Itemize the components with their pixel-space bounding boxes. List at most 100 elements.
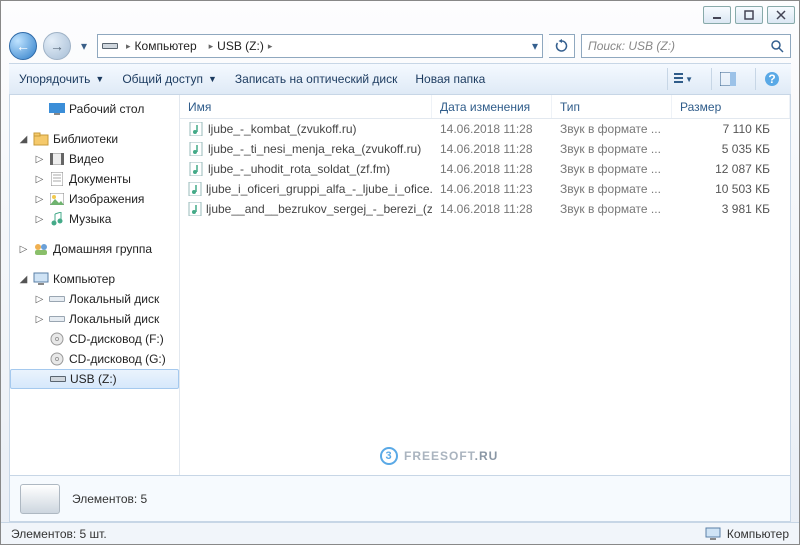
- file-date: 14.06.2018 11:28: [432, 162, 552, 176]
- file-name: ljube_-_kombat_(zvukoff.ru): [208, 122, 357, 136]
- titlebar: [1, 1, 799, 29]
- chevron-right-icon: ▸: [126, 41, 131, 52]
- file-date: 14.06.2018 11:28: [432, 202, 552, 216]
- file-row[interactable]: ljube_-_uhodit_rota_soldat_(zf.fm) 14.06.…: [180, 159, 790, 179]
- new-folder-button[interactable]: Новая папка: [415, 72, 485, 86]
- close-button[interactable]: [767, 6, 795, 24]
- file-size: 3 981 КБ: [672, 202, 790, 216]
- file-type: Звук в формате ...: [552, 202, 672, 216]
- column-header-name[interactable]: Имя: [180, 95, 432, 118]
- address-dropdown-icon[interactable]: ▾: [532, 39, 538, 53]
- file-list[interactable]: ljube_-_kombat_(zvukoff.ru) 14.06.2018 11…: [180, 119, 790, 475]
- audio-file-icon: [188, 181, 202, 197]
- history-dropdown[interactable]: ▾: [77, 36, 91, 56]
- tree-item-computer[interactable]: ◢Компьютер: [10, 269, 179, 289]
- navbar: ← → ▾ ▸ Компьютер ▸ USB (Z:) ▸ ▾ Поиск: …: [1, 29, 799, 63]
- tree-item-desktop[interactable]: Рабочий стол: [10, 99, 179, 119]
- toolbar: Упорядочить▼ Общий доступ▼ Записать на о…: [9, 63, 791, 95]
- file-row[interactable]: ljube_i_oficeri_gruppi_alfa_-_ljube_i_of…: [180, 179, 790, 199]
- pictures-icon: [49, 191, 65, 207]
- refresh-button[interactable]: [549, 34, 575, 58]
- column-header-type[interactable]: Тип: [552, 95, 672, 118]
- search-icon: [770, 39, 784, 53]
- file-row[interactable]: ljube_-_kombat_(zvukoff.ru)14.06.2018 11…: [180, 119, 790, 139]
- expand-icon[interactable]: ▷: [34, 294, 45, 305]
- file-type: Звук в формате ...: [552, 182, 672, 196]
- tree-item-usb-z[interactable]: USB (Z:): [10, 369, 179, 389]
- breadcrumb-label: Компьютер: [135, 39, 197, 53]
- file-name: ljube_-_ti_nesi_menja_reka_(zvukoff.ru): [208, 142, 421, 156]
- details-pane: Элементов: 5: [9, 476, 791, 522]
- chevron-right-icon: ▸: [268, 41, 273, 52]
- column-header-size[interactable]: Размер: [672, 95, 790, 118]
- view-options-button[interactable]: ▼: [667, 68, 693, 90]
- status-left: Элементов: 5 шт.: [11, 527, 107, 541]
- address-bar[interactable]: ▸ Компьютер ▸ USB (Z:) ▸ ▾: [97, 34, 543, 58]
- status-right: Компьютер: [705, 526, 789, 542]
- file-size: 7 110 КБ: [672, 122, 790, 136]
- collapse-icon[interactable]: ◢: [18, 274, 29, 285]
- file-type: Звук в формате ...: [552, 122, 672, 136]
- expand-icon[interactable]: ▷: [34, 214, 45, 225]
- tree-item-libraries[interactable]: ◢Библиотеки: [10, 129, 179, 149]
- breadcrumb-segment-root[interactable]: ▸ Компьютер: [122, 39, 201, 53]
- maximize-button[interactable]: [735, 6, 763, 24]
- cd-icon: [49, 331, 65, 347]
- file-row[interactable]: ljube_-_ti_nesi_menja_reka_(zvukoff.ru) 1…: [180, 139, 790, 159]
- hdd-icon: [49, 291, 65, 307]
- file-date: 14.06.2018 11:28: [432, 142, 552, 156]
- forward-button[interactable]: →: [43, 32, 71, 60]
- tree-item-homegroup[interactable]: ▷Домашняя группа: [10, 239, 179, 259]
- file-name: ljube_-_uhodit_rota_soldat_(zf.fm): [208, 162, 390, 176]
- explorer-window: ← → ▾ ▸ Компьютер ▸ USB (Z:) ▸ ▾ Поиск: …: [0, 0, 800, 545]
- expand-icon[interactable]: ▷: [34, 194, 45, 205]
- chevron-down-icon: ▼: [208, 74, 217, 84]
- tree-item-localdisk-2[interactable]: ▷Локальный диск: [10, 309, 179, 329]
- collapse-icon[interactable]: ◢: [18, 134, 29, 145]
- body: Рабочий стол ◢Библиотеки ▷Видео ▷Докумен…: [9, 95, 791, 476]
- tree-item-pictures[interactable]: ▷Изображения: [10, 189, 179, 209]
- help-button[interactable]: ?: [755, 68, 781, 90]
- desktop-icon: [49, 101, 65, 117]
- drive-icon: [102, 38, 118, 54]
- chevron-down-icon: ▼: [95, 74, 104, 84]
- column-headers: Имя Дата изменения Тип Размер: [180, 95, 790, 119]
- tree-item-documents[interactable]: ▷Документы: [10, 169, 179, 189]
- expand-icon[interactable]: ▷: [18, 244, 29, 255]
- video-icon: [49, 151, 65, 167]
- column-header-date[interactable]: Дата изменения: [432, 95, 552, 118]
- computer-icon: [33, 271, 49, 287]
- expand-icon[interactable]: ▷: [34, 154, 45, 165]
- audio-file-icon: [188, 121, 204, 137]
- tree-item-cd-f[interactable]: CD-дисковод (F:): [10, 329, 179, 349]
- homegroup-icon: [33, 241, 49, 257]
- file-type: Звук в формате ...: [552, 142, 672, 156]
- file-row[interactable]: ljube__and__bezrukov_sergej_-_berezi_(zv…: [180, 199, 790, 219]
- file-name: ljube__and__bezrukov_sergej_-_berezi_(zv…: [206, 202, 432, 216]
- minimize-button[interactable]: [703, 6, 731, 24]
- file-size: 12 087 КБ: [672, 162, 790, 176]
- content-pane: Имя Дата изменения Тип Размер ljube_-_ko…: [180, 95, 790, 475]
- file-name: ljube_i_oficeri_gruppi_alfa_-_ljube_i_of…: [206, 182, 432, 196]
- search-placeholder: Поиск: USB (Z:): [588, 39, 675, 53]
- back-button[interactable]: ←: [9, 32, 37, 60]
- hdd-icon: [49, 311, 65, 327]
- file-type: Звук в формате ...: [552, 162, 672, 176]
- tree-item-cd-g[interactable]: CD-дисковод (G:): [10, 349, 179, 369]
- tree-item-music[interactable]: ▷Музыка: [10, 209, 179, 229]
- tree-item-video[interactable]: ▷Видео: [10, 149, 179, 169]
- breadcrumb-segment-current[interactable]: ▸ USB (Z:) ▸: [205, 39, 277, 53]
- search-input[interactable]: Поиск: USB (Z:): [581, 34, 791, 58]
- svg-text:?: ?: [768, 72, 775, 86]
- documents-icon: [49, 171, 65, 187]
- organize-button[interactable]: Упорядочить▼: [19, 72, 104, 86]
- tree-item-localdisk-1[interactable]: ▷Локальный диск: [10, 289, 179, 309]
- share-button[interactable]: Общий доступ▼: [122, 72, 217, 86]
- watermark-badge: 3: [380, 447, 398, 465]
- breadcrumb-label: USB (Z:): [217, 39, 264, 53]
- burn-button[interactable]: Записать на оптический диск: [235, 72, 398, 86]
- audio-file-icon: [188, 141, 204, 157]
- expand-icon[interactable]: ▷: [34, 174, 45, 185]
- preview-pane-button[interactable]: [711, 68, 737, 90]
- expand-icon[interactable]: ▷: [34, 314, 45, 325]
